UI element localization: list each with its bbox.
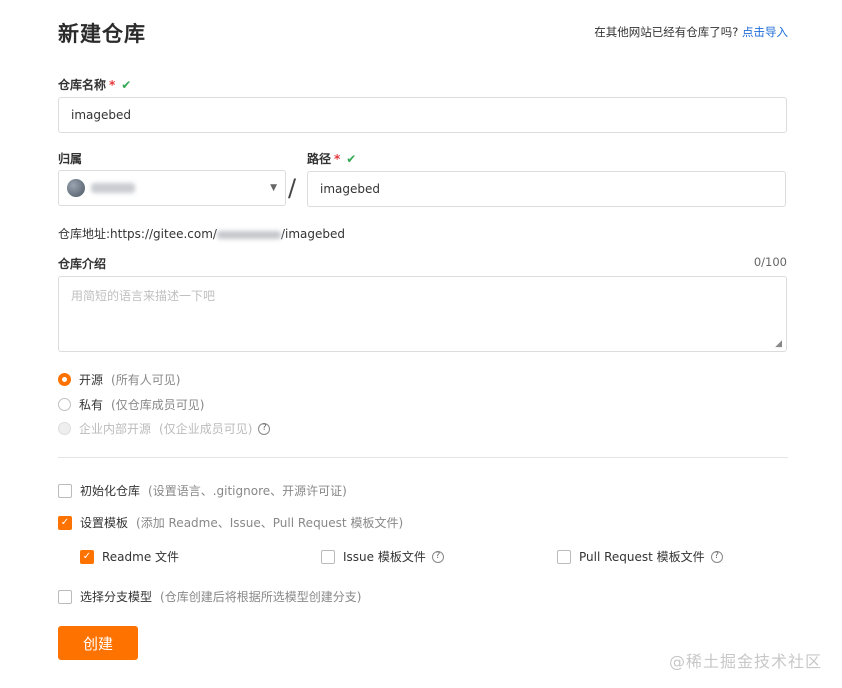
import-prompt: 在其他网站已经有仓库了吗? 点击导入 — [594, 24, 788, 40]
repo-name-input[interactable]: imagebed — [58, 97, 787, 133]
init-repo-label: 初始化仓库 — [80, 484, 141, 498]
branch-model-hint: (仓库创建后将根据所选模型创建分支) — [160, 590, 362, 604]
owner-name-redacted — [91, 183, 135, 193]
checkbox-icon[interactable] — [557, 549, 571, 564]
template-option-label: Issue 模板文件 — [343, 550, 426, 564]
path-label-text: 路径 — [307, 152, 332, 166]
branch-model-label: 选择分支模型 — [80, 590, 153, 604]
init-repo-checkbox[interactable]: 初始化仓库 (设置语言、.gitignore、开源许可证) — [58, 482, 347, 499]
required-mark: * — [109, 78, 116, 92]
radio-icon — [58, 422, 71, 435]
check-icon: ✔ — [121, 78, 132, 92]
visibility-option-label: 企业内部开源 — [79, 422, 152, 436]
visibility-option-label: 私有 — [79, 398, 104, 412]
watermark: @稀土掘金技术社区 — [668, 652, 822, 671]
resize-handle-icon[interactable]: ◢ — [775, 339, 782, 349]
description-counter: 0/100 — [753, 255, 787, 269]
question-circle-icon[interactable]: ? — [710, 550, 723, 563]
required-mark: * — [334, 152, 341, 166]
question-circle-icon[interactable]: ? — [431, 550, 444, 563]
checkbox-icon[interactable] — [58, 483, 72, 498]
visibility-option-private[interactable]: 私有 (仅仓库成员可见) — [58, 396, 204, 413]
repo-address: 仓库地址:https://gitee.com/ /imagebed — [58, 225, 345, 242]
caret-down-icon: ▼ — [270, 183, 277, 193]
visibility-option-label: 开源 — [79, 373, 104, 387]
avatar — [67, 179, 85, 197]
import-link[interactable]: 点击导入 — [742, 25, 788, 39]
visibility-option-hint: (仅仓库成员可见) — [111, 398, 205, 412]
owner-selected — [67, 179, 135, 197]
template-hint: (添加 Readme、Issue、Pull Request 模板文件) — [136, 516, 404, 530]
path-input[interactable]: imagebed — [307, 171, 786, 207]
visibility-option-enterprise: 企业内部开源 (仅企业成员可见) ? — [58, 420, 271, 437]
path-label: 路径 * ✔ — [307, 150, 356, 167]
path-separator: / — [288, 174, 297, 202]
divider — [58, 457, 788, 458]
checkbox-checked-icon[interactable]: ✓ — [58, 515, 72, 530]
template-label: 设置模板 — [80, 516, 129, 530]
question-circle-icon[interactable]: ? — [258, 422, 271, 435]
check-icon: ✔ — [346, 152, 357, 166]
owner-select[interactable]: ▼ — [58, 170, 286, 206]
checkbox-icon[interactable] — [321, 549, 335, 564]
visibility-option-hint: (所有人可见) — [111, 373, 181, 387]
init-repo-hint: (设置语言、.gitignore、开源许可证) — [148, 484, 347, 498]
description-textarea[interactable]: 用简短的语言来描述一下吧 ◢ — [58, 276, 787, 352]
path-value: imagebed — [320, 182, 380, 196]
radio-icon[interactable] — [58, 373, 71, 386]
repo-name-label: 仓库名称 * ✔ — [58, 76, 131, 93]
branch-model-checkbox[interactable]: 选择分支模型 (仓库创建后将根据所选模型创建分支) — [58, 588, 361, 605]
repo-name-value: imagebed — [71, 108, 131, 122]
radio-icon[interactable] — [58, 398, 71, 411]
checkbox-checked-icon[interactable]: ✓ — [80, 549, 94, 564]
visibility-option-hint: (仅企业成员可见) — [159, 422, 253, 436]
template-checkbox[interactable]: ✓ 设置模板 (添加 Readme、Issue、Pull Request 模板文… — [58, 514, 403, 531]
repo-address-suffix: /imagebed — [280, 227, 346, 241]
template-option-issue[interactable]: Issue 模板文件 ? — [321, 548, 444, 565]
repo-address-prefix: 仓库地址:https://gitee.com/ — [58, 227, 217, 241]
create-button[interactable]: 创建 — [58, 626, 138, 660]
page-title: 新建仓库 — [58, 22, 146, 46]
import-prompt-text: 在其他网站已经有仓库了吗? — [594, 25, 739, 39]
description-label: 仓库介绍 — [58, 257, 107, 271]
owner-label: 归属 — [58, 152, 83, 166]
repo-name-label-text: 仓库名称 — [58, 78, 107, 92]
description-placeholder: 用简短的语言来描述一下吧 — [71, 289, 216, 303]
template-option-label: Pull Request 模板文件 — [579, 550, 705, 564]
template-option-readme[interactable]: ✓ Readme 文件 — [80, 548, 179, 565]
template-option-pull-request[interactable]: Pull Request 模板文件 ? — [557, 548, 723, 565]
template-option-label: Readme 文件 — [102, 550, 180, 564]
checkbox-icon[interactable] — [58, 589, 72, 604]
visibility-option-public[interactable]: 开源 (所有人可见) — [58, 371, 180, 388]
username-redacted — [216, 230, 281, 239]
